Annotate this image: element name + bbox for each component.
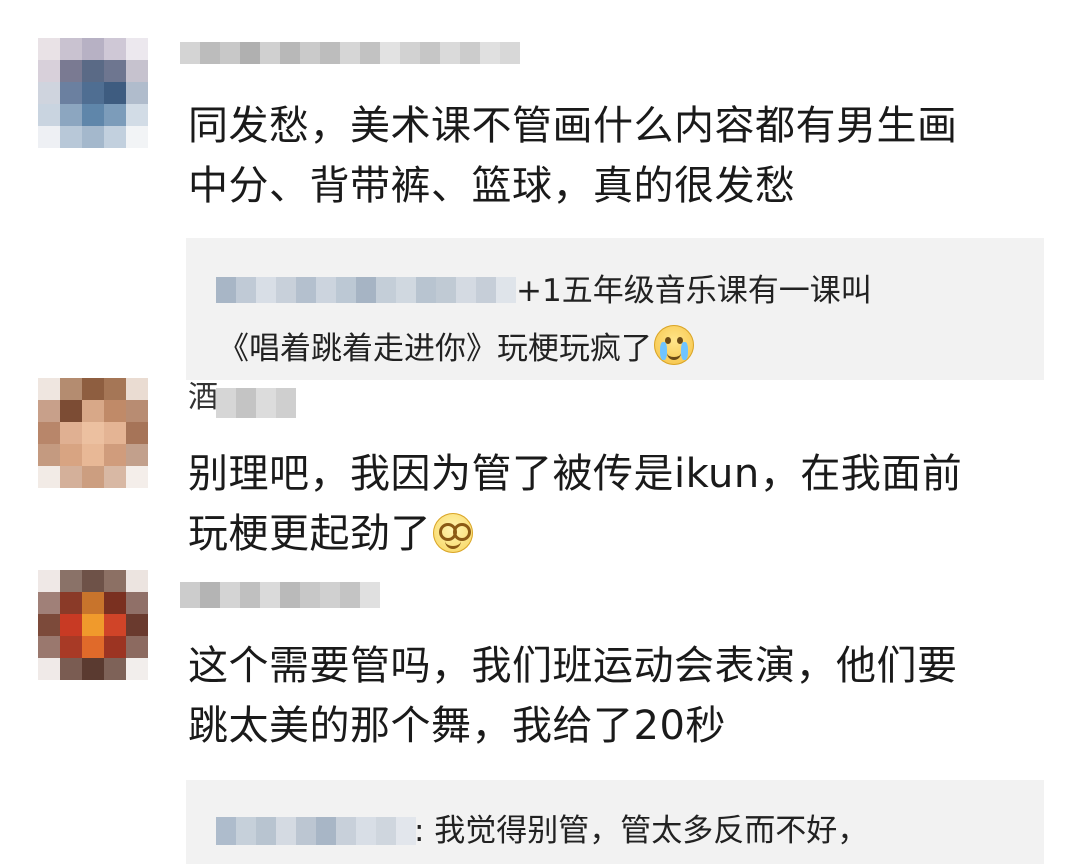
crying-face-icon xyxy=(654,325,694,365)
username-blurred[interactable] xyxy=(216,388,306,418)
reply-username-blurred[interactable] xyxy=(216,817,416,845)
avatar[interactable] xyxy=(38,378,148,488)
reply-text: : 我觉得别管，管太多反而不好， xyxy=(414,813,869,849)
comment-line: 这个需要管吗，我们班运动会表演，他们要 xyxy=(188,643,958,689)
comment-line: 跳太美的那个舞，我给了20秒 xyxy=(188,703,726,749)
comment-line: 玩梗更起劲了 xyxy=(188,511,431,557)
username-blurred[interactable] xyxy=(180,42,520,64)
avatar[interactable] xyxy=(38,570,148,680)
username[interactable]: 酒 xyxy=(188,380,218,416)
reply-text-line2: 《唱着跳着走进你》玩梗玩疯了 xyxy=(218,331,652,367)
comment-text: 这个需要管吗，我们班运动会表演，他们要 跳太美的那个舞，我给了20秒 xyxy=(188,636,958,756)
dizzy-smile-icon xyxy=(433,513,473,553)
comment-text: 同发愁，美术课不管画什么内容都有男生画 中分、背带裤、篮球，真的很发愁 xyxy=(188,96,958,216)
comment-line-with-emoji: 玩梗更起劲了 xyxy=(188,504,962,564)
comment-line: 中分、背带裤、篮球，真的很发愁 xyxy=(188,163,796,209)
comment-line: 同发愁，美术课不管画什么内容都有男生画 xyxy=(188,103,958,149)
comment-line: 别理吧，我因为管了被传是ikun，在我面前 xyxy=(188,451,963,497)
reply-text-line: 《唱着跳着走进你》玩梗玩疯了 xyxy=(218,324,694,374)
comment-text: 别理吧，我因为管了被传是ikun，在我面前 玩梗更起劲了 xyxy=(188,444,962,564)
reply-text: +1五年级音乐课有一课叫 xyxy=(516,273,872,309)
avatar[interactable] xyxy=(38,38,148,148)
username-blurred[interactable] xyxy=(180,582,380,608)
username-first-char: 酒 xyxy=(188,380,218,415)
reply-username-blurred[interactable] xyxy=(216,277,516,303)
